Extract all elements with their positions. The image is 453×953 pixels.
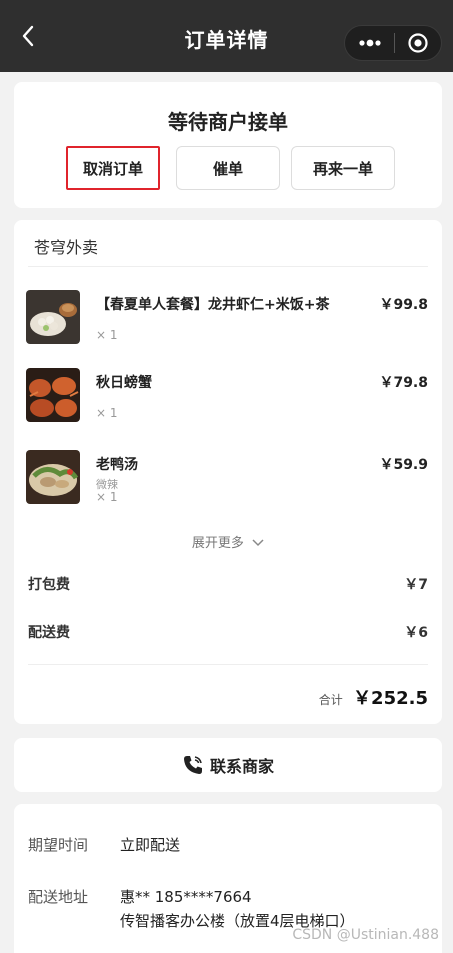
- item-quantity: × 1: [96, 328, 118, 342]
- expand-more-label: 展开更多: [191, 536, 244, 551]
- order-total: 合计 ￥252.5: [319, 684, 428, 710]
- list-item[interactable]: 【春夏单人套餐】龙井虾仁+米饭+茶 × 1 ￥99.8: [14, 290, 442, 352]
- order-status-card: 等待商户接单 取消订单 催单 再来一单: [14, 82, 442, 208]
- urge-order-button[interactable]: 催单: [176, 146, 280, 190]
- total-value: ￥252.5: [353, 688, 428, 709]
- reorder-button[interactable]: 再来一单: [291, 146, 395, 190]
- contact-merchant-label: 联系商家: [209, 757, 274, 776]
- total-label: 合计: [318, 693, 343, 707]
- address-contact: 惠** 185****7664: [120, 888, 252, 906]
- shop-name: 苍穹外卖: [34, 238, 99, 257]
- chevron-down-icon: [252, 539, 264, 547]
- target-circle-icon: [408, 33, 428, 53]
- order-items-card: 苍穹外卖 【春夏单人套餐】龙井虾仁+米饭+茶 × 1 ￥99.8 秋日螃蟹 × …: [14, 220, 442, 724]
- item-name: 老鸭汤: [96, 457, 138, 473]
- fee-value: ￥7: [404, 577, 428, 593]
- packing-fee-row: 打包费 ￥7: [28, 574, 428, 596]
- food-image: [26, 290, 80, 344]
- more-dots-icon: [359, 39, 381, 47]
- expand-more-button[interactable]: 展开更多: [14, 532, 442, 551]
- food-image: [26, 450, 80, 504]
- fee-label: 打包费: [28, 577, 70, 593]
- fee-label: 配送费: [28, 625, 70, 641]
- list-item[interactable]: 秋日螃蟹 × 1 ￥79.8: [14, 368, 442, 430]
- item-price: ￥99.8: [379, 297, 428, 313]
- item-name: 【春夏单人套餐】龙井虾仁+米饭+茶: [96, 297, 330, 313]
- list-item[interactable]: 老鸭汤 微辣 × 1 ￥59.9: [14, 450, 442, 512]
- address-label: 配送地址: [28, 888, 89, 906]
- item-price: ￥59.9: [379, 457, 428, 473]
- expected-time-label: 期望时间: [28, 836, 89, 854]
- contact-merchant-button[interactable]: 联系商家: [14, 738, 442, 792]
- delivery-fee-row: 配送费 ￥6: [28, 622, 428, 644]
- miniprogram-capsule: [344, 25, 442, 61]
- close-miniprogram-button[interactable]: [395, 25, 441, 61]
- more-button[interactable]: [345, 25, 394, 61]
- item-price: ￥79.8: [379, 375, 428, 391]
- order-status-text: 等待商户接单: [168, 110, 288, 134]
- item-quantity: × 1: [96, 490, 118, 504]
- divider: [28, 266, 428, 267]
- watermark: CSDN @Ustinian.488: [292, 927, 439, 943]
- fee-value: ￥6: [404, 625, 428, 641]
- item-quantity: × 1: [96, 406, 118, 420]
- navbar: 订单详情: [0, 0, 453, 72]
- phone-icon: [183, 756, 202, 774]
- divider: [28, 664, 428, 665]
- cancel-order-button[interactable]: 取消订单: [66, 146, 160, 190]
- food-image: [26, 368, 80, 422]
- expected-time-value: 立即配送: [120, 836, 181, 854]
- item-name: 秋日螃蟹: [96, 375, 152, 391]
